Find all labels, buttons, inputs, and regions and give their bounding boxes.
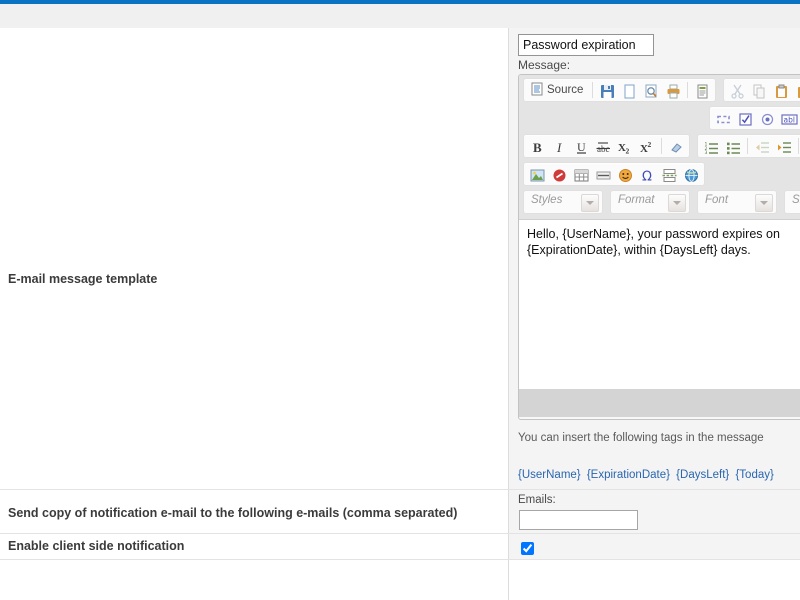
save-icon[interactable] xyxy=(597,79,617,101)
hidden-field-icon[interactable] xyxy=(713,107,733,129)
settings-page: E-mail message template Message: xyxy=(0,0,800,600)
templates-icon[interactable] xyxy=(692,79,712,101)
message-label: Message: xyxy=(518,58,571,72)
toolbar-group-paragraph: 1 2 3 xyxy=(697,134,800,158)
toolbar-row-insert: Ω xyxy=(519,162,800,188)
editor-content-area[interactable]: Hello, {UserName}, your password expires… xyxy=(519,220,800,389)
row-label-enable-client-side-notification: Enable client side notification xyxy=(8,539,185,553)
format-dropdown[interactable]: Format xyxy=(610,190,690,214)
strike-icon[interactable]: abc xyxy=(593,135,613,157)
paste-icon[interactable] xyxy=(771,79,791,101)
row-separator xyxy=(0,559,800,560)
svg-text:U: U xyxy=(577,140,586,154)
svg-text:abl: abl xyxy=(783,116,794,125)
toolbar-separator xyxy=(798,138,799,154)
flash-icon[interactable] xyxy=(549,163,569,185)
settings-table: E-mail message template Message: xyxy=(0,28,800,600)
row-label-email-message-template: E-mail message template xyxy=(8,272,158,286)
client-side-panel xyxy=(509,534,800,560)
subscript-icon[interactable]: X 2 xyxy=(615,135,635,157)
svg-text:B: B xyxy=(533,140,542,155)
italic-icon[interactable]: I xyxy=(549,135,569,157)
special-char-icon[interactable]: Ω xyxy=(637,163,657,185)
size-dropdown-label: Size xyxy=(792,194,800,206)
subject-input[interactable] xyxy=(518,34,654,56)
svg-text:3: 3 xyxy=(704,150,707,155)
font-dropdown-label: Font xyxy=(705,194,729,206)
svg-text:2: 2 xyxy=(626,147,630,156)
source-button-label: Source xyxy=(547,84,584,96)
table-icon[interactable] xyxy=(571,163,591,185)
row-label-send-copy-emails: Send copy of notification e-mail to the … xyxy=(8,506,458,520)
emails-input[interactable] xyxy=(519,510,638,530)
indent-icon[interactable] xyxy=(774,135,794,157)
checkbox-icon[interactable] xyxy=(735,107,755,129)
source-icon[interactable]: Source xyxy=(527,79,588,101)
editor-status-bar xyxy=(519,389,800,417)
tag-daysleft[interactable]: {DaysLeft} xyxy=(676,469,729,481)
toolbar-separator xyxy=(687,82,689,98)
toolbar-group-clipboard xyxy=(723,78,800,102)
toolbar-row-basic-styles: B I U abc X 2 X 2 1 2 3 xyxy=(519,134,800,160)
remove-format-icon[interactable] xyxy=(666,135,686,157)
new-page-icon[interactable] xyxy=(619,79,639,101)
print-icon[interactable] xyxy=(663,79,683,101)
toolbar-separator xyxy=(592,82,594,98)
rich-text-editor[interactable]: Source abl B I U abc X 2 X 2 1 2 3 Ω Sty… xyxy=(518,74,800,420)
insertable-tag-list: {UserName} {ExpirationDate} {DaysLeft} {… xyxy=(518,469,777,481)
styles-dropdown-label: Styles xyxy=(531,194,563,206)
email-template-panel: Message: xyxy=(509,28,800,490)
enable-client-side-checkbox-wrap[interactable] xyxy=(521,542,534,560)
tag-expirationdate[interactable]: {ExpirationDate} xyxy=(587,469,670,481)
toolbar-group-forms: abl xyxy=(709,106,800,130)
underline-icon[interactable]: U xyxy=(571,135,591,157)
toolbar-row-combos: Styles Format Font S xyxy=(519,190,800,216)
smiley-icon[interactable] xyxy=(615,163,635,185)
tag-username[interactable]: {UserName} xyxy=(518,469,581,481)
bulleted-list-icon[interactable] xyxy=(723,135,743,157)
toolbar-group-basic-styles: B I U abc X 2 X 2 xyxy=(523,134,690,158)
svg-text:I: I xyxy=(556,140,562,155)
outdent-icon[interactable] xyxy=(752,135,772,157)
preview-icon[interactable] xyxy=(641,79,661,101)
superscript-icon[interactable]: X 2 xyxy=(637,135,657,157)
radio-button-icon[interactable] xyxy=(757,107,777,129)
bold-icon[interactable]: B xyxy=(527,135,547,157)
editor-toolbar: Source abl B I U abc X 2 X 2 1 2 3 Ω Sty… xyxy=(519,75,800,220)
page-break-icon[interactable] xyxy=(659,163,679,185)
table-row: E-mail message template Message: xyxy=(0,28,800,490)
enable-client-side-checkbox[interactable] xyxy=(521,542,534,555)
svg-text:2: 2 xyxy=(648,140,652,149)
format-dropdown-label: Format xyxy=(618,194,655,206)
iframe-icon[interactable] xyxy=(681,163,701,185)
horizontal-rule-icon[interactable] xyxy=(593,163,613,185)
table-row: Send copy of notification e-mail to the … xyxy=(0,490,800,534)
table-row: Enable client side notification xyxy=(0,534,800,560)
toolbar-group-insert: Ω xyxy=(523,162,705,186)
numbered-list-icon[interactable]: 1 2 3 xyxy=(701,135,721,157)
emails-panel: Emails: xyxy=(509,490,800,534)
emails-field-label: Emails: xyxy=(518,494,556,506)
toolbar-separator xyxy=(661,138,662,154)
svg-text:Ω: Ω xyxy=(642,170,652,184)
cut-icon[interactable] xyxy=(727,79,747,101)
size-dropdown[interactable]: Size xyxy=(784,190,800,214)
page-header-bar xyxy=(0,4,800,28)
toolbar-row-forms: abl xyxy=(519,106,800,132)
font-dropdown[interactable]: Font xyxy=(697,190,777,214)
tags-hint-text: You can insert the following tags in the… xyxy=(518,432,764,444)
copy-icon[interactable] xyxy=(749,79,769,101)
toolbar-group-document: Source xyxy=(523,78,717,102)
toolbar-separator xyxy=(747,138,748,154)
chevron-down-icon[interactable] xyxy=(668,194,686,212)
image-icon[interactable] xyxy=(527,163,547,185)
paste-text-icon[interactable] xyxy=(793,79,800,101)
toolbar-row-document: Source xyxy=(519,78,800,104)
text-field-icon[interactable]: abl xyxy=(779,107,799,129)
tag-today[interactable]: {Today} xyxy=(735,469,773,481)
styles-dropdown[interactable]: Styles xyxy=(523,190,603,214)
chevron-down-icon[interactable] xyxy=(581,194,599,212)
chevron-down-icon[interactable] xyxy=(755,194,773,212)
